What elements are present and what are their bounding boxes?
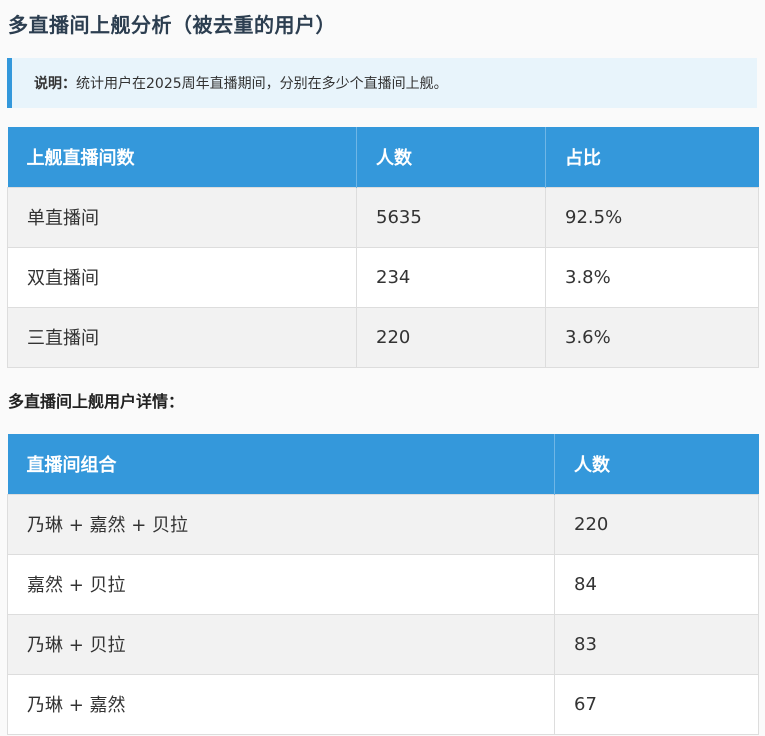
table-row: 单直播间 5635 92.5% (7, 186, 759, 248)
table-row: 乃琳 + 嘉然 67 (7, 673, 759, 735)
section-heading: 多直播间上舰用户详情： (8, 392, 185, 411)
table-cell: 单直播间 (7, 186, 357, 248)
table-row: 三直播间 220 3.6% (7, 306, 759, 368)
table-cell: 3.8% (545, 246, 759, 308)
table-cell: 92.5% (545, 186, 759, 248)
table-cell: 乃琳 + 嘉然 (7, 673, 555, 735)
note-label: 说明： (34, 76, 76, 92)
table-cell: 5635 (356, 186, 546, 248)
column-header: 直播间组合 (7, 434, 555, 494)
table-row: 乃琳 + 嘉然 + 贝拉 220 (7, 493, 759, 555)
table-row: 双直播间 234 3.8% (7, 246, 759, 308)
note-box: 说明： 统计用户在2025周年直播期间，分别在多少个直播间上舰。 (7, 58, 757, 108)
table-cell: 220 (554, 493, 759, 555)
table-cell: 乃琳 + 贝拉 (7, 613, 555, 675)
table-cell: 3.6% (545, 306, 759, 368)
table-cell: 嘉然 + 贝拉 (7, 553, 555, 615)
table-row: 乃琳 + 贝拉 83 (7, 613, 759, 675)
column-header: 人数 (356, 127, 546, 187)
table-cell: 234 (356, 246, 546, 308)
table-cell: 67 (554, 673, 759, 735)
note-text: 统计用户在2025周年直播期间，分别在多少个直播间上舰。 (76, 76, 448, 92)
page-title: 多直播间上舰分析（被去重的用户） (8, 13, 336, 37)
column-header: 占比 (545, 127, 759, 187)
table-row: 嘉然 + 贝拉 84 (7, 553, 759, 615)
column-header: 人数 (554, 434, 759, 494)
table-cell: 双直播间 (7, 246, 357, 308)
combination-table: 直播间组合 人数 乃琳 + 嘉然 + 贝拉 220 嘉然 + 贝拉 84 乃琳 … (7, 434, 759, 735)
page: 多直播间上舰分析（被去重的用户） 说明： 统计用户在2025周年直播期间，分别在… (0, 0, 765, 736)
table-cell: 220 (356, 306, 546, 368)
column-header: 上舰直播间数 (7, 127, 357, 187)
table-cell: 乃琳 + 嘉然 + 贝拉 (7, 493, 555, 555)
table-header-row: 上舰直播间数 人数 占比 (7, 127, 759, 187)
table-cell: 84 (554, 553, 759, 615)
table-header-row: 直播间组合 人数 (7, 434, 759, 494)
live-room-count-table: 上舰直播间数 人数 占比 单直播间 5635 92.5% 双直播间 234 3.… (7, 127, 759, 368)
table-cell: 83 (554, 613, 759, 675)
table-cell: 三直播间 (7, 306, 357, 368)
